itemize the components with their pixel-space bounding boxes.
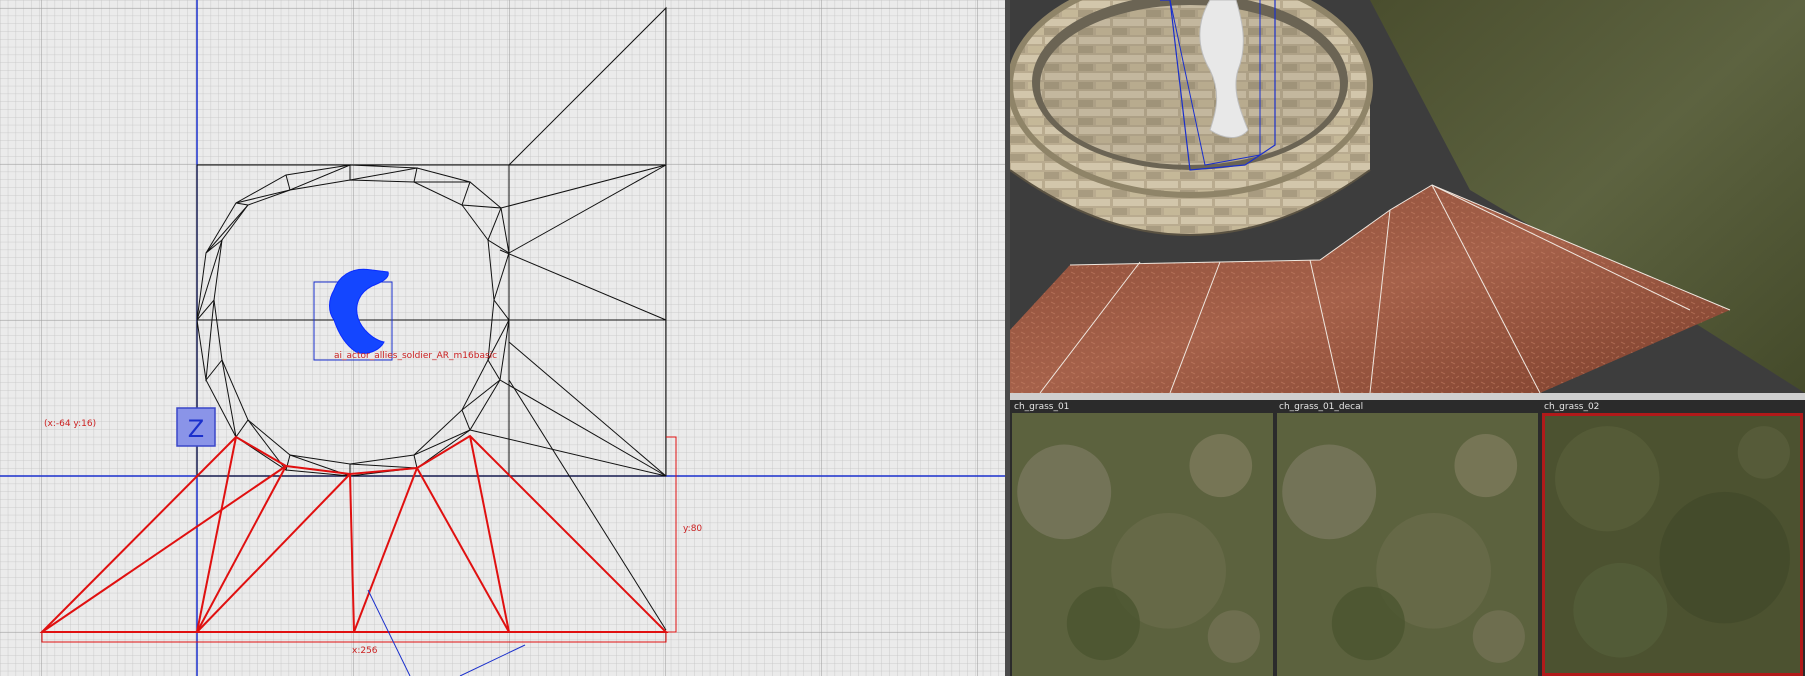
viewport-divider-horizontal[interactable] [1010,393,1805,400]
z-axis-letter: Z [188,415,204,443]
texture-tile-selected[interactable]: ch_grass_02 [1540,400,1805,676]
3d-scene[interactable] [1010,0,1805,393]
texture-browser[interactable]: ch_grass_01 ch_grass_01_decal ch_grass_0… [1010,400,1805,676]
entity-label: ai_actor_allies_soldier_AR_m16basic [334,351,497,361]
texture-name: ch_grass_01_decal [1279,402,1364,412]
stone-well [1010,0,1373,236]
grid-canvas[interactable]: ai_actor_allies_soldier_AR_m16basic Z (x… [0,0,1005,676]
texture-tile[interactable]: ch_grass_01_decal [1275,400,1540,676]
coord-readout: (x:-64 y:16) [44,419,96,429]
texture-tile[interactable]: ch_grass_01 [1010,400,1275,676]
dimension-x-label: x:256 [352,646,378,656]
z-axis-gizmo[interactable]: Z [176,407,216,447]
grid-viewport-2d[interactable]: ai_actor_allies_soldier_AR_m16basic Z (x… [0,0,1005,676]
texture-thumbnail[interactable] [1277,413,1538,676]
dimension-y-label: y:80 [683,524,702,534]
texture-thumbnail[interactable] [1012,413,1273,676]
viewport-3d[interactable] [1010,0,1805,393]
texture-thumbnail[interactable] [1542,413,1803,676]
texture-name: ch_grass_02 [1544,402,1600,412]
texture-name: ch_grass_01 [1014,402,1070,412]
